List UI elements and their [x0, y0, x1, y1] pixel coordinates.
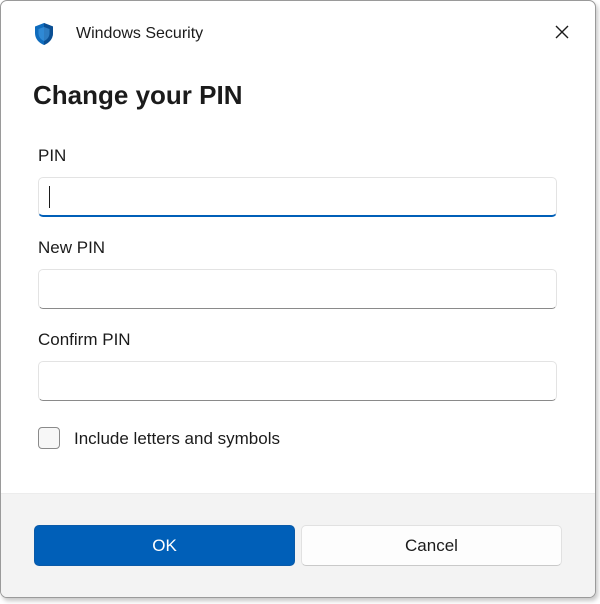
confirm-pin-label: Confirm PIN: [38, 330, 131, 349]
new-pin-label: New PIN: [38, 238, 106, 257]
close-button[interactable]: [543, 17, 581, 51]
close-icon: [555, 25, 569, 44]
change-pin-dialog: Windows Security Change your PIN PIN New…: [0, 0, 596, 598]
include-letters-label[interactable]: Include letters and symbols: [74, 429, 280, 449]
title-bar: Windows Security: [1, 1, 595, 67]
ok-button[interactable]: OK: [34, 525, 295, 566]
dialog-heading: Change your PIN: [33, 80, 243, 110]
pin-label: PIN: [38, 146, 67, 165]
shield-icon: [33, 22, 55, 46]
text-caret: [49, 186, 50, 208]
dialog-footer: OK Cancel: [1, 493, 595, 597]
pin-input[interactable]: [38, 177, 557, 217]
cancel-button[interactable]: Cancel: [301, 525, 562, 566]
window-title: Windows Security: [76, 25, 204, 42]
include-letters-checkbox[interactable]: [38, 427, 60, 449]
new-pin-input[interactable]: [38, 269, 557, 309]
confirm-pin-input[interactable]: [38, 361, 557, 401]
